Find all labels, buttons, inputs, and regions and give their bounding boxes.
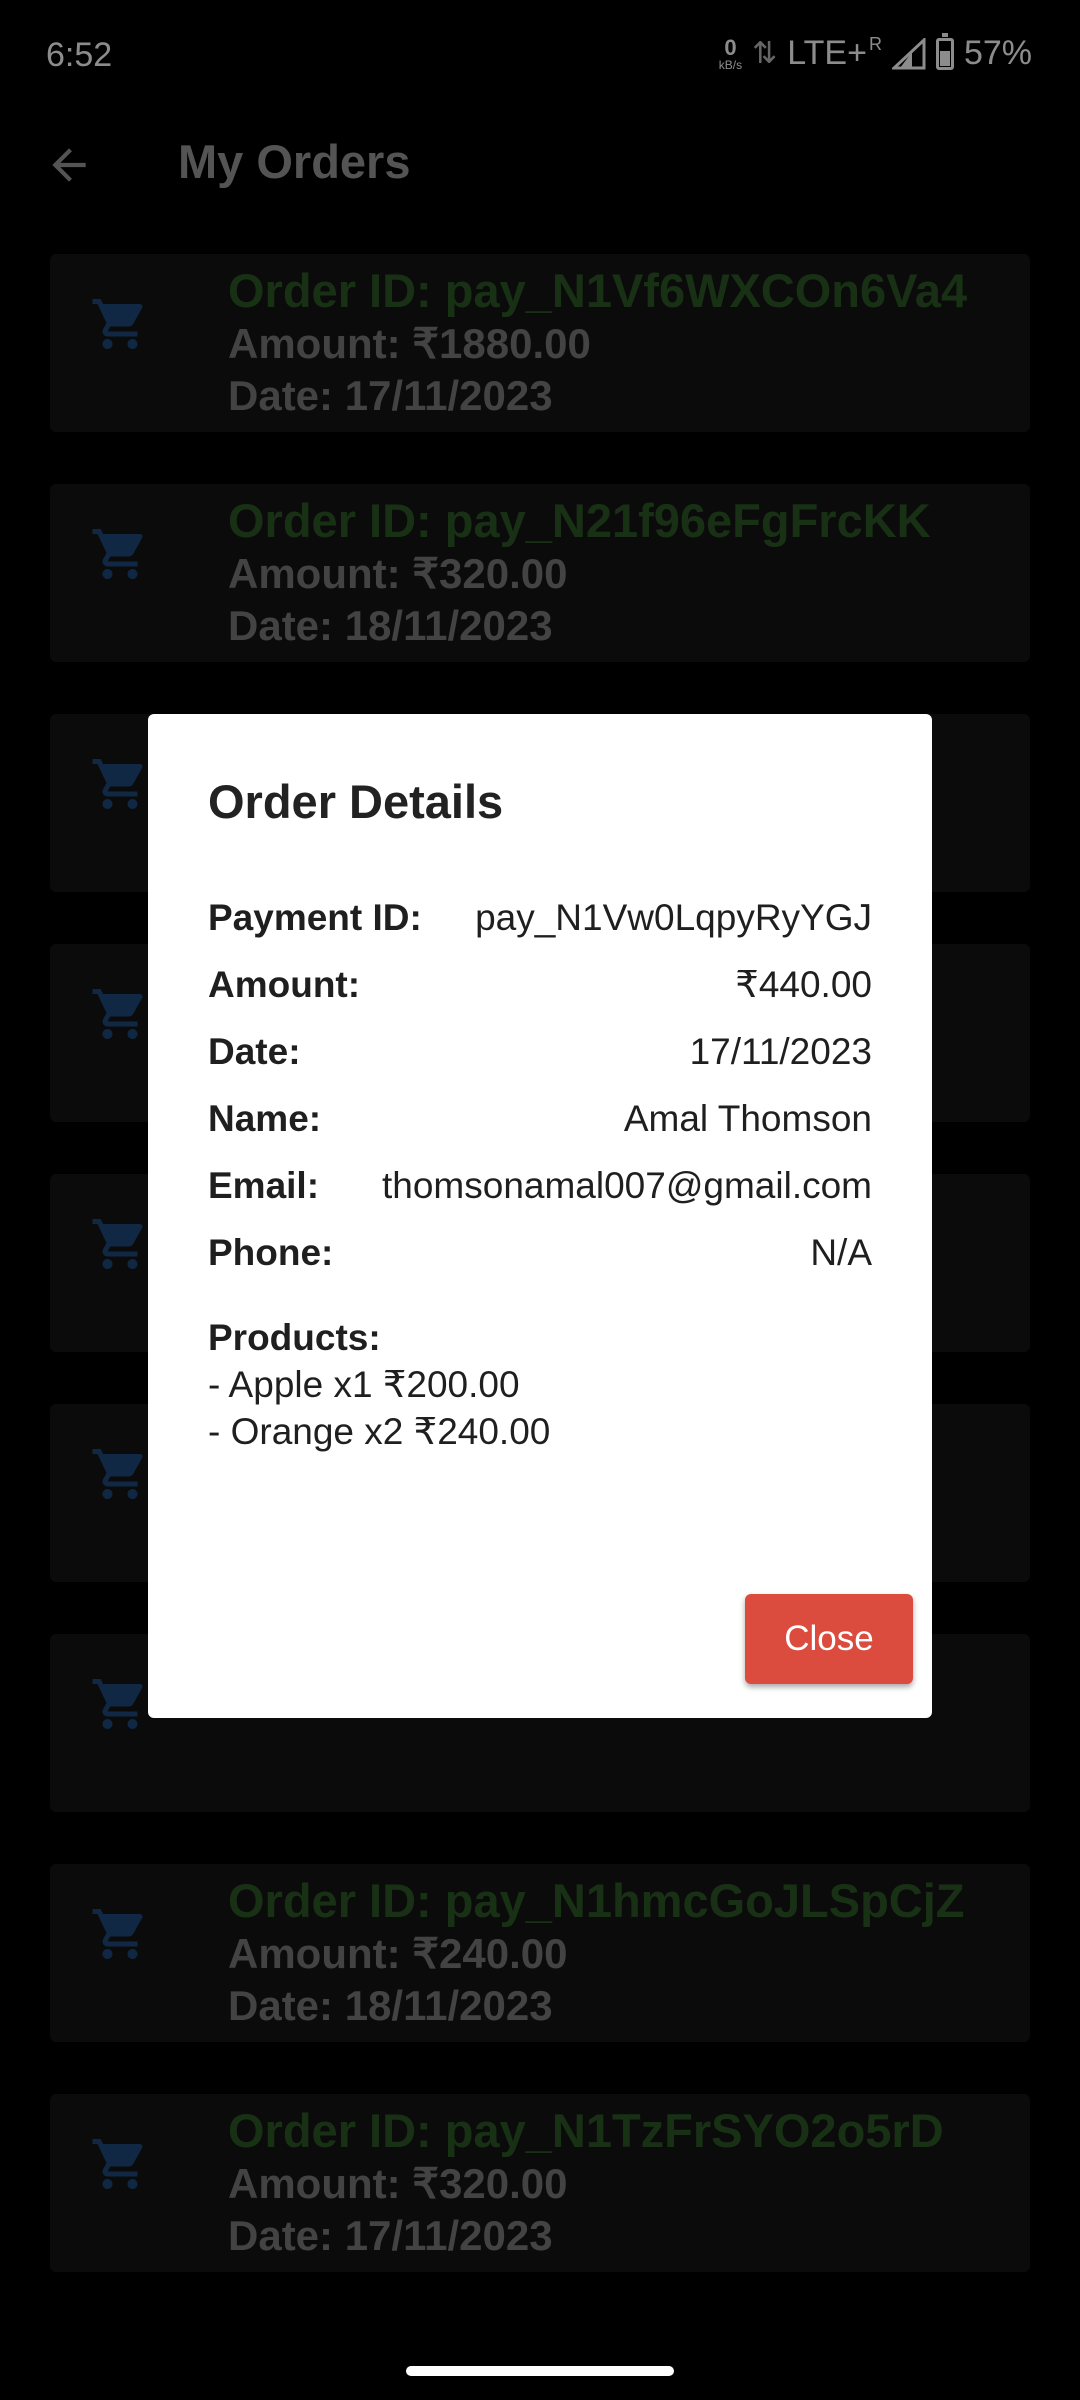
close-button[interactable]: Close: [745, 1594, 913, 1684]
phone-label: Phone:: [208, 1231, 334, 1273]
dialog-title: Order Details: [208, 775, 504, 828]
order-detail-rows: Payment ID: pay_N1Vw0LqpyRyYGJ Amount: ₹…: [208, 884, 872, 1286]
date-row: Date: 17/11/2023: [208, 1018, 872, 1085]
name-row: Name: Amal Thomson: [208, 1085, 872, 1152]
email-value: thomsonamal007@gmail.com: [382, 1164, 872, 1206]
name-value: Amal Thomson: [623, 1097, 872, 1139]
home-indicator[interactable]: [406, 2366, 674, 2376]
date-label: Date:: [208, 1030, 301, 1072]
name-label: Name:: [208, 1097, 322, 1139]
payment-id-label: Payment ID:: [208, 896, 422, 938]
amount-value: ₹440.00: [735, 964, 872, 1005]
phone-row: Phone: N/A: [208, 1219, 872, 1286]
phone-value: N/A: [810, 1231, 872, 1273]
payment-id-row: Payment ID: pay_N1Vw0LqpyRyYGJ: [208, 884, 872, 951]
products-label: Products:: [208, 1317, 381, 1358]
email-label: Email:: [208, 1164, 320, 1206]
amount-row: Amount: ₹440.00: [208, 951, 872, 1018]
product-item: - Orange x2 ₹240.00: [208, 1411, 551, 1452]
product-item: - Apple x1 ₹200.00: [208, 1364, 520, 1405]
amount-label: Amount:: [208, 963, 361, 1005]
order-details-dialog: Order Details Payment ID: pay_N1Vw0LqpyR…: [148, 714, 932, 1718]
email-row: Email: thomsonamal007@gmail.com: [208, 1152, 872, 1219]
date-value: 17/11/2023: [689, 1030, 872, 1072]
payment-id-value: pay_N1Vw0LqpyRyYGJ: [475, 896, 872, 938]
products-section: Products: - Apple x1 ₹200.00 - Orange x2…: [208, 1314, 550, 1455]
